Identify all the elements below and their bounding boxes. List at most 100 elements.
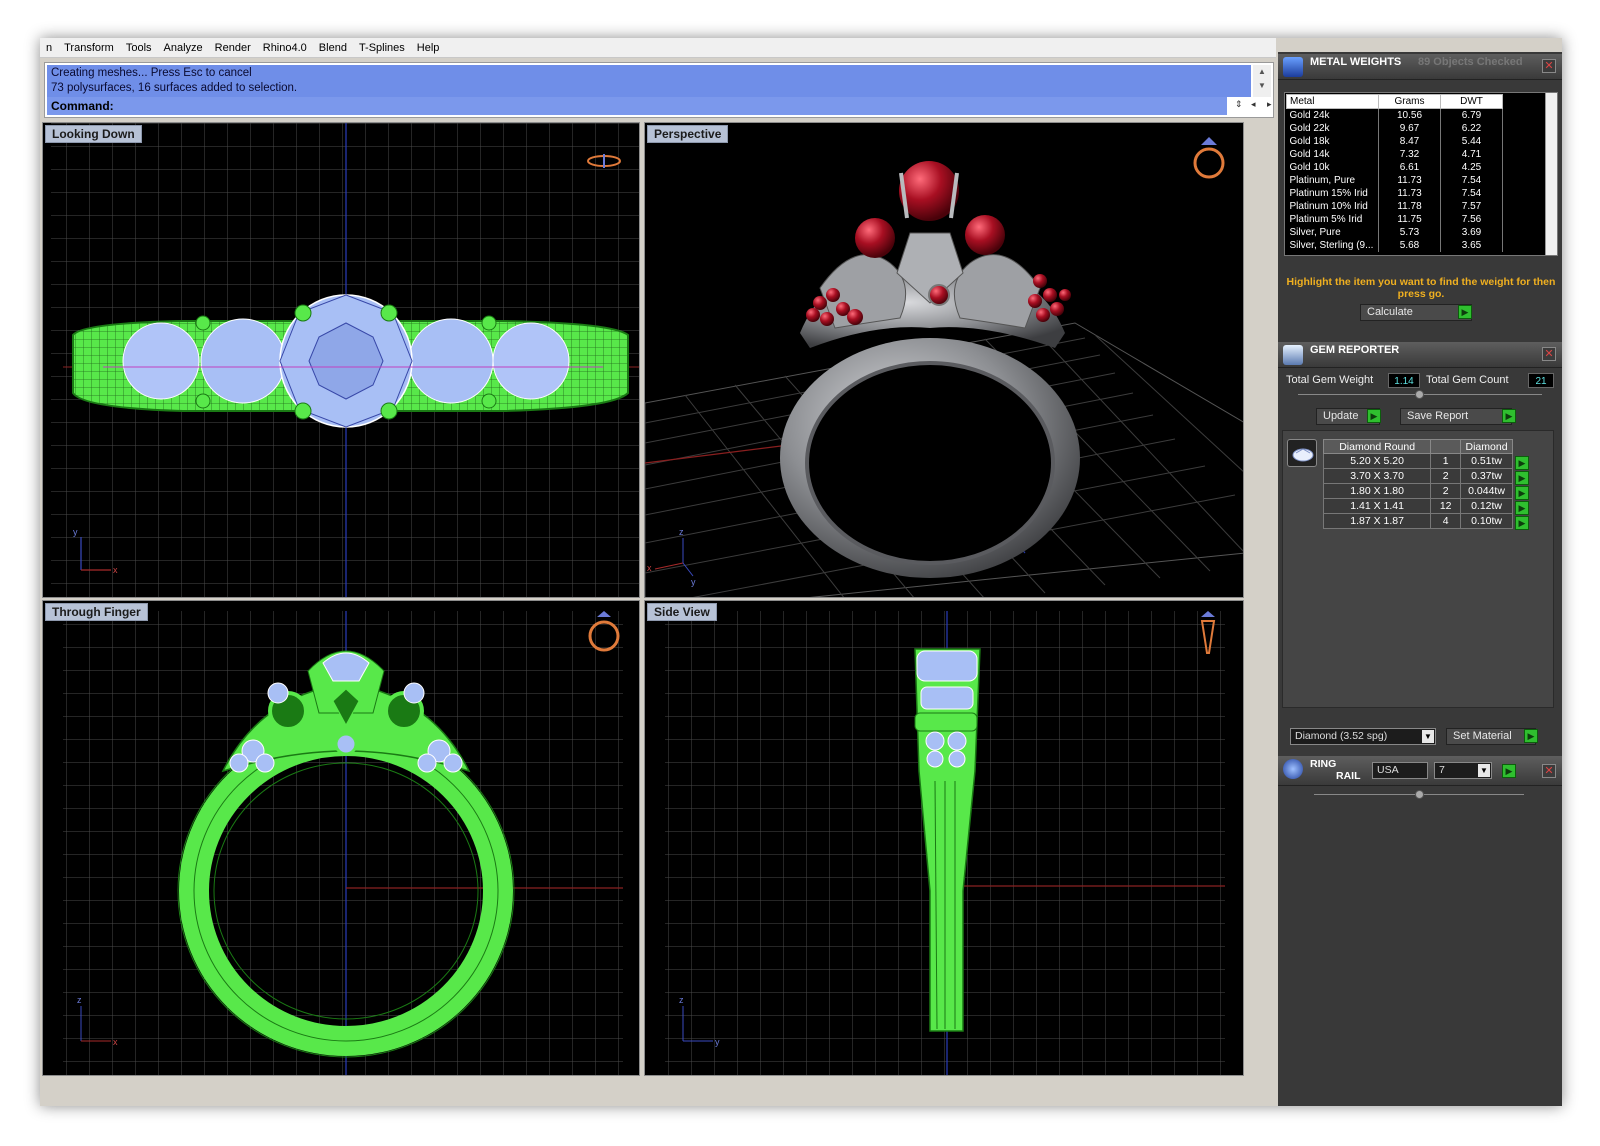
metal-weight-row[interactable]: Silver, Pure 5.73 3.69 — [1286, 226, 1545, 239]
metal-weights-scrollbar[interactable] — [1545, 93, 1557, 255]
set-material-go-icon[interactable]: ▶ — [1524, 729, 1538, 743]
gem-weight-cell: 0.044tw — [1460, 483, 1513, 499]
viewport-label[interactable]: Side View — [647, 603, 717, 621]
gem-size-cell: 5.20 X 5.20 — [1322, 453, 1432, 469]
gem-row[interactable]: 1.41 X 1.41 12 0.12tw — [1322, 498, 1513, 514]
column-header-grams[interactable]: Grams — [1378, 94, 1441, 109]
ring-size-select[interactable]: 7 ▼ — [1434, 762, 1492, 779]
dwt-cell: 3.65 — [1440, 239, 1503, 252]
close-icon[interactable]: ✕ — [1542, 764, 1556, 778]
column-header-dwt[interactable]: DWT — [1440, 94, 1503, 109]
metal-weight-row[interactable]: Platinum, Pure 11.73 7.54 — [1286, 174, 1545, 187]
calculate-go-icon[interactable]: ▶ — [1458, 305, 1472, 319]
menu-item-fragment[interactable]: n — [40, 38, 58, 55]
column-header-count[interactable] — [1430, 439, 1462, 454]
ring-rail-logo-icon — [1283, 759, 1303, 779]
gem-row[interactable]: 1.80 X 1.80 2 0.044tw — [1322, 483, 1513, 499]
viewport-label[interactable]: Perspective — [647, 125, 729, 143]
set-material-label: Set Material — [1453, 730, 1512, 742]
calculate-button[interactable]: Calculate — [1360, 304, 1472, 321]
dwt-cell: 7.54 — [1440, 187, 1503, 200]
command-prompt: Command: — [51, 99, 114, 113]
column-header-metal[interactable]: Metal — [1286, 94, 1379, 109]
command-history-scrollbar[interactable]: ▲ ▼ — [1253, 65, 1271, 97]
ring-rail-header: RING RAIL USA 7 ▼ ▶ ✕ — [1278, 756, 1562, 786]
view-ring-icon[interactable] — [1193, 137, 1225, 179]
gem-row[interactable]: 5.20 X 5.20 1 0.51tw — [1322, 453, 1513, 469]
gem-row[interactable]: 1.87 X 1.87 4 0.10tw — [1322, 513, 1513, 529]
metal-weight-row[interactable]: Gold 10k 6.61 4.25 — [1286, 161, 1545, 174]
row-spacer — [1503, 213, 1545, 226]
gem-row[interactable]: 3.70 X 3.70 2 0.37tw — [1322, 468, 1513, 484]
command-history: Creating meshes... Press Esc to cancel 7… — [47, 65, 1251, 97]
viewport-through-finger[interactable]: Through Finger z x — [42, 600, 640, 1076]
metal-weight-row[interactable]: Gold 24k 10.56 6.79 — [1286, 108, 1545, 122]
gem-row-go-icon[interactable]: ▶ — [1515, 486, 1529, 500]
metal-weight-row[interactable]: Platinum 5% Irid 11.75 7.56 — [1286, 213, 1545, 226]
metal-weight-row[interactable]: Gold 14k 7.32 4.71 — [1286, 148, 1545, 161]
scroll-down-icon[interactable]: ▼ — [1253, 79, 1271, 93]
metal-weight-row[interactable]: Gold 18k 8.47 5.44 — [1286, 135, 1545, 148]
update-go-icon[interactable]: ▶ — [1367, 409, 1381, 423]
metal-weight-row[interactable]: Silver, Sterling (9... 5.68 3.65 — [1286, 239, 1545, 252]
objects-checked-status: 89 Objects Checked — [1418, 56, 1523, 68]
command-input[interactable]: Command: — [47, 97, 1227, 115]
spin-icon[interactable]: ⇕ — [1235, 99, 1243, 110]
ring-rail-slider-knob[interactable] — [1415, 790, 1424, 799]
menu-item-transform[interactable]: Transform — [58, 38, 120, 55]
gem-row-go-icon[interactable]: ▶ — [1515, 456, 1529, 470]
set-material-button[interactable]: Set Material — [1446, 728, 1536, 745]
column-header-shape[interactable]: Diamond Round — [1322, 439, 1432, 454]
menu-item-tools[interactable]: Tools — [120, 38, 158, 55]
axis-label-z: z — [77, 995, 82, 1005]
metal-weight-row[interactable]: Platinum 15% Irid 11.73 7.54 — [1286, 187, 1545, 200]
side-view-canvas: z y — [665, 611, 1225, 1075]
gem-reporter-title: GEM REPORTER — [1310, 344, 1400, 356]
menu-item-render[interactable]: Render — [209, 38, 257, 55]
total-gem-count-value: 21 — [1528, 373, 1554, 388]
menu-item-analyze[interactable]: Analyze — [158, 38, 209, 55]
column-header-material[interactable]: Diamond — [1460, 439, 1513, 454]
scroll-up-icon[interactable]: ▲ — [1253, 65, 1271, 79]
viewport-side-view[interactable]: Side View z y — [644, 600, 1244, 1076]
arrow-left-icon[interactable]: ◂ — [1251, 99, 1256, 110]
row-spacer — [1503, 187, 1545, 200]
column-spacer — [1502, 94, 1544, 109]
update-label: Update — [1323, 410, 1359, 422]
looking-down-canvas: y x — [51, 123, 639, 597]
gem-size-cell: 3.70 X 3.70 — [1322, 468, 1432, 484]
metal-weight-row[interactable]: Gold 22k 9.67 6.22 — [1286, 122, 1545, 135]
dropdown-arrow-icon[interactable]: ▼ — [1478, 764, 1490, 777]
save-report-button[interactable]: Save Report — [1400, 408, 1512, 425]
material-select[interactable]: Diamond (3.52 spg) ▼ — [1290, 728, 1436, 745]
gem-row-go-icon[interactable]: ▶ — [1515, 516, 1529, 530]
arrow-right-icon[interactable]: ▸ — [1267, 99, 1272, 110]
viewport-perspective[interactable]: Perspective z x y — [644, 122, 1244, 598]
ring-rail-title: RING — [1310, 758, 1337, 770]
grams-cell: 11.75 — [1378, 213, 1441, 226]
gem-row-go-icon[interactable]: ▶ — [1515, 471, 1529, 485]
gem-size-cell: 1.41 X 1.41 — [1322, 498, 1432, 514]
close-icon[interactable]: ✕ — [1542, 347, 1556, 361]
viewport-label[interactable]: Looking Down — [45, 125, 142, 143]
viewport-label[interactable]: Through Finger — [45, 603, 148, 621]
close-icon[interactable]: ✕ — [1542, 59, 1556, 73]
gem-slider-knob[interactable] — [1415, 390, 1424, 399]
dwt-cell: 4.25 — [1440, 161, 1503, 174]
menu-item-help[interactable]: Help — [411, 38, 446, 55]
gem-row-go-icon[interactable]: ▶ — [1515, 501, 1529, 515]
viewport-looking-down[interactable]: Looking Down y x — [42, 122, 640, 598]
grams-cell: 11.73 — [1378, 174, 1441, 187]
menu-item-blend[interactable]: Blend — [313, 38, 353, 55]
menu-item-rhino4[interactable]: Rhino4.0 — [257, 38, 313, 55]
through-finger-canvas: z x — [63, 611, 623, 1075]
metal-weight-row[interactable]: Platinum 10% Irid 11.78 7.57 — [1286, 200, 1545, 213]
save-report-go-icon[interactable]: ▶ — [1502, 409, 1516, 423]
ring-rail-go-icon[interactable]: ▶ — [1502, 764, 1516, 778]
gem-count-cell: 4 — [1430, 513, 1462, 529]
dwt-cell: 4.71 — [1440, 148, 1503, 161]
menu-item-tsplines[interactable]: T-Splines — [353, 38, 411, 55]
dropdown-arrow-icon[interactable]: ▼ — [1422, 730, 1434, 743]
ring-size-country-select[interactable]: USA — [1372, 762, 1428, 779]
gem-size-cell: 1.87 X 1.87 — [1322, 513, 1432, 529]
